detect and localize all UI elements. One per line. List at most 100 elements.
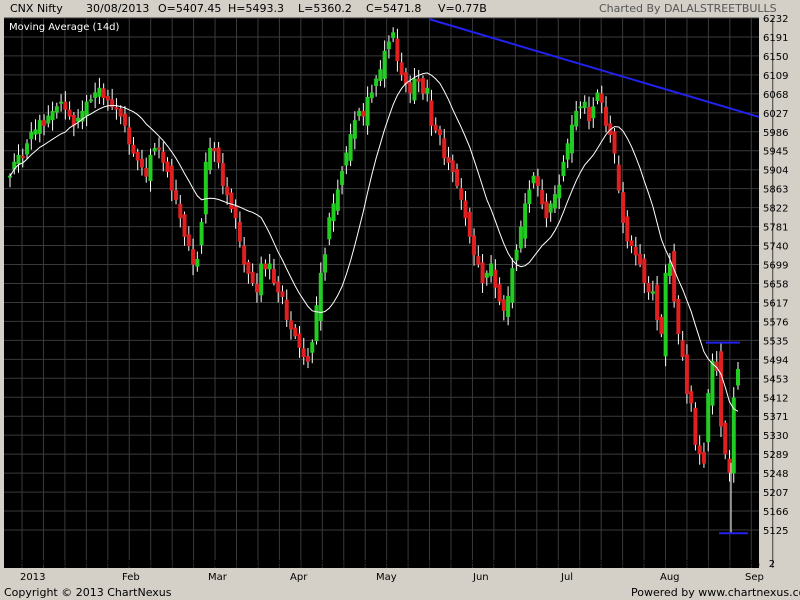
candle-body xyxy=(429,100,434,126)
candle-body xyxy=(174,190,179,200)
candle-body xyxy=(259,263,264,296)
x-tick-label: 17 xyxy=(533,559,546,570)
candle-body xyxy=(93,92,98,98)
candle-body xyxy=(463,200,468,219)
x-month-label: May xyxy=(376,572,397,583)
x-month-label: Aug xyxy=(660,572,680,583)
candle-body xyxy=(480,262,485,284)
x-month-label: Sep xyxy=(745,572,764,583)
candle-body xyxy=(182,214,187,237)
candle-body xyxy=(693,407,698,445)
candle-body xyxy=(16,154,21,164)
candle-body xyxy=(144,167,149,177)
candle-body xyxy=(263,263,268,270)
candle-body xyxy=(523,203,528,239)
y-tick-label: 5166 xyxy=(763,507,788,518)
candle-body xyxy=(37,120,42,134)
candle-body xyxy=(391,32,396,39)
candle-body xyxy=(506,295,511,317)
candle-body xyxy=(76,117,81,122)
candle-body xyxy=(335,189,340,211)
candle-body xyxy=(314,305,319,342)
candle-body xyxy=(122,113,127,126)
candle-body xyxy=(591,106,596,119)
candle-body xyxy=(361,110,366,117)
candle-body xyxy=(472,235,477,256)
candle-body xyxy=(561,161,566,177)
candle-body xyxy=(633,246,638,256)
x-tick-label: 27 xyxy=(468,559,481,570)
y-axis: 6232 6191 6150 6109 6068 6027 5986 5945 5904 5863… xyxy=(763,14,788,537)
candle-body xyxy=(527,189,532,205)
candle-body xyxy=(736,369,740,386)
x-tick-label: 8 xyxy=(597,559,603,570)
x-tick-label: 22 xyxy=(640,559,653,570)
candle-body xyxy=(288,320,293,330)
candle-body xyxy=(318,272,323,321)
candle-body xyxy=(212,148,217,152)
candle-body xyxy=(20,155,25,159)
candle-body xyxy=(242,245,247,265)
candle-body xyxy=(582,101,587,108)
candle-body xyxy=(382,50,387,79)
candle-body xyxy=(165,161,170,173)
x-month-label: Apr xyxy=(290,572,308,583)
x-tick-label: 14 xyxy=(61,559,74,570)
candle-body xyxy=(442,138,447,159)
price-chart: Moving Average (14d) 6232619161506109606… xyxy=(4,14,788,583)
y-tick-label: 5699 xyxy=(763,261,788,272)
x-tick-label: 8 xyxy=(318,559,324,570)
y-tick-label: 5576 xyxy=(763,317,788,328)
x-tick-label: 4 xyxy=(211,559,217,570)
candle-body xyxy=(621,192,626,223)
y-tick-label: 6027 xyxy=(763,109,788,120)
candle-body xyxy=(408,82,413,94)
candle-body xyxy=(284,299,289,321)
x-tick-label: 21 xyxy=(82,559,95,570)
x-tick-label: 31 xyxy=(18,559,31,570)
candle-body xyxy=(710,360,715,406)
candle-body xyxy=(659,316,664,334)
candle-body xyxy=(42,120,47,126)
y-tick-label: 5781 xyxy=(763,223,788,234)
candle-body xyxy=(237,222,242,242)
candle-body xyxy=(301,348,306,358)
y-tick-label: 5822 xyxy=(763,204,788,215)
x-tick-label: 7 xyxy=(39,559,45,570)
x-tick-label: 13 xyxy=(426,559,439,570)
candle-body xyxy=(697,445,702,455)
x-tick-label: 6 xyxy=(404,559,410,570)
chart-footer: Copyright © 2013 ChartNexus Powered by w… xyxy=(0,586,800,600)
candle-body xyxy=(574,110,579,127)
x-tick-label: 15 xyxy=(619,559,632,570)
candle-body xyxy=(365,97,370,126)
candle-body xyxy=(29,131,34,140)
candle-body xyxy=(152,147,157,152)
candle-body xyxy=(220,163,225,186)
candle-body xyxy=(331,203,336,222)
candle-body xyxy=(135,151,140,161)
y-tick-label: 6109 xyxy=(763,71,788,82)
y-tick-label: 6191 xyxy=(763,33,788,44)
x-tick-label: 11 xyxy=(147,559,160,570)
candle-body xyxy=(280,291,285,297)
candle-body xyxy=(348,134,353,161)
candle-body xyxy=(625,216,630,242)
candle-body xyxy=(139,158,144,168)
candle-body xyxy=(399,62,404,75)
candle-body xyxy=(629,240,634,247)
candle-body xyxy=(642,258,647,284)
candle-body xyxy=(497,284,502,302)
candle-body xyxy=(501,299,506,311)
candle-body xyxy=(254,283,259,293)
candle-body xyxy=(297,333,302,348)
candle-body xyxy=(191,249,196,265)
y-tick-label: 6150 xyxy=(763,52,788,63)
x-tick-label: 1 xyxy=(576,559,582,570)
candle-body xyxy=(327,217,332,240)
candle-body xyxy=(412,78,417,101)
candle-body xyxy=(8,175,12,178)
candle-body xyxy=(199,221,204,246)
candle-body xyxy=(378,69,383,81)
x-tick-label: 19 xyxy=(726,559,739,570)
